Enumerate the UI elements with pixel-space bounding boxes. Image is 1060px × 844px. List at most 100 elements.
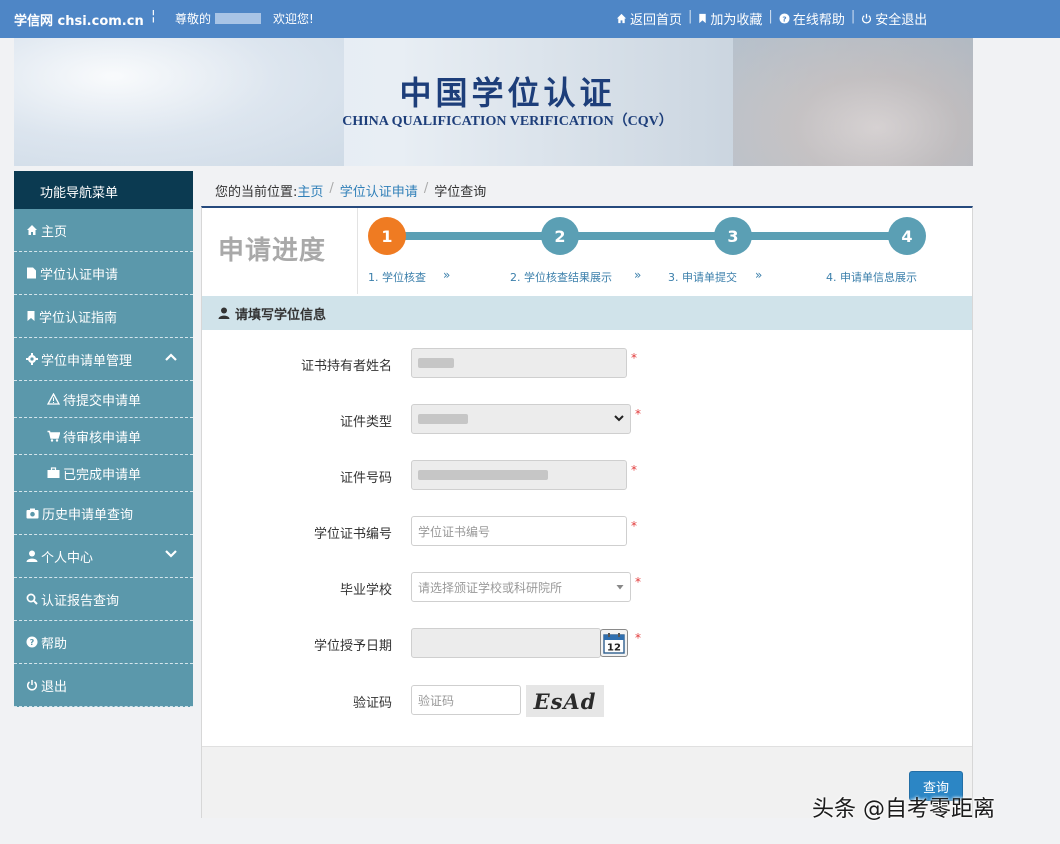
sidebar-item-label: 学位认证申请	[40, 267, 119, 283]
logout-link[interactable]: 安全退出	[857, 9, 931, 28]
sidebar-item-exit[interactable]: 退出	[14, 664, 193, 707]
sidebar-item-history[interactable]: 历史申请单查询	[14, 492, 193, 535]
id-type-select[interactable]	[411, 404, 631, 434]
step-3-label: 3. 申请单提交	[668, 271, 737, 284]
school-placeholder: 请选择颁证学校或科研院所	[418, 580, 563, 595]
greeting-prefix: 尊敬的	[175, 12, 212, 26]
sidebar-item-label: 待审核申请单	[63, 430, 142, 446]
sidebar-item-help[interactable]: ? 帮助	[14, 621, 193, 664]
step-arrow: »	[634, 268, 642, 282]
question-icon: ?	[779, 13, 790, 24]
cert-number-placeholder: 学位证书编号	[418, 524, 491, 539]
captcha-image[interactable]: EsAd	[526, 685, 604, 717]
progress-track	[388, 232, 915, 240]
home-icon	[26, 224, 38, 236]
holder-name-field[interactable]	[411, 348, 627, 378]
breadcrumb-prefix: 您的当前位置:	[215, 185, 298, 200]
username-masked	[215, 13, 262, 24]
form-row-school: 毕业学校 请选择颁证学校或科研院所 *	[202, 572, 972, 604]
link-divider: |	[768, 9, 773, 24]
form-row-cert-number: 学位证书编号 学位证书编号 *	[202, 516, 972, 548]
required-mark: *	[631, 351, 637, 365]
site-banner: 中国学位认证 CHINA QUALIFICATION VERIFICATION（…	[14, 38, 973, 166]
id-number-field[interactable]	[411, 460, 627, 490]
warning-icon	[47, 393, 60, 405]
calendar-icon[interactable]: 12	[600, 629, 628, 657]
calendar-day: 12	[607, 643, 621, 654]
brand-separator: ¦	[151, 8, 156, 24]
sidebar-item-home[interactable]: 主页	[14, 209, 193, 252]
chevron-up-icon	[165, 351, 177, 366]
greeting: 尊敬的 欢迎您!	[175, 10, 314, 27]
banner-title: 中国学位认证	[399, 74, 616, 112]
power-icon	[861, 13, 872, 24]
add-favorite-link[interactable]: 加为收藏	[694, 9, 766, 28]
required-mark: *	[635, 631, 641, 645]
step-4-marker: 4	[888, 217, 926, 255]
sidebar-heading: 功能导航菜单	[14, 171, 193, 209]
sidebar-subitem-completed[interactable]: 已完成申请单	[14, 455, 193, 492]
step-1-label: 1. 学位核查	[368, 271, 426, 284]
sidebar-item-label: 学位认证指南	[39, 310, 118, 326]
sidebar-nav: 功能导航菜单 主页 学位认证申请 学位认证指南 学位申请单管理 待提交申请单 待…	[14, 171, 193, 707]
power-icon	[26, 679, 38, 691]
step-3-marker: 3	[714, 217, 752, 255]
top-bar: 学信网 chsi.com.cn ¦ 尊敬的 欢迎您! 返回首页 | 加为收藏 |…	[0, 0, 1060, 38]
back-home-link[interactable]: 返回首页	[612, 9, 686, 28]
form-section-header: 请填写学位信息	[202, 296, 972, 330]
bookmark-icon	[698, 13, 707, 24]
sidebar-item-apply[interactable]: 学位认证申请	[14, 252, 193, 295]
briefcase-icon	[47, 467, 60, 479]
sidebar-subitem-pending-review[interactable]: 待审核申请单	[14, 418, 193, 455]
breadcrumb: 您的当前位置: 主页 / 学位认证申请 / 学位查询	[215, 181, 486, 200]
step-2-label: 2. 学位核查结果展示	[510, 271, 612, 284]
breadcrumb-home-link[interactable]: 主页	[297, 181, 323, 200]
masked-value	[418, 414, 468, 424]
sidebar-item-personal[interactable]: 个人中心	[14, 535, 193, 578]
site-brand-link[interactable]: 学信网 chsi.com.cn	[14, 10, 144, 29]
sidebar-item-label: 退出	[41, 679, 68, 695]
user-icon	[218, 307, 230, 319]
sidebar-item-guide[interactable]: 学位认证指南	[14, 295, 193, 338]
required-mark: *	[631, 463, 637, 477]
chevron-down-icon	[614, 412, 624, 426]
breadcrumb-apply-link[interactable]: 学位认证申请	[340, 181, 418, 200]
captcha-input[interactable]: 验证码	[411, 685, 521, 715]
award-date-field[interactable]	[411, 628, 601, 658]
form-row-holder-name: 证书持有者姓名 *	[202, 348, 972, 380]
sidebar-item-label: 已完成申请单	[63, 467, 142, 483]
cert-number-input[interactable]: 学位证书编号	[411, 516, 627, 546]
masked-value	[418, 358, 454, 368]
user-icon	[26, 550, 38, 562]
required-mark: *	[635, 407, 641, 421]
home-icon	[616, 13, 627, 24]
step-1-marker: 1	[368, 217, 406, 255]
svg-text:?: ?	[30, 638, 35, 647]
caret-down-icon	[616, 580, 624, 594]
sidebar-item-report[interactable]: 认证报告查询	[14, 578, 193, 621]
required-mark: *	[631, 519, 637, 533]
captcha-label: 验证码	[352, 696, 392, 711]
link-divider: |	[850, 9, 856, 24]
add-favorite-label: 加为收藏	[710, 13, 763, 28]
online-help-link[interactable]: ? 在线帮助	[775, 9, 849, 28]
cart-icon	[47, 430, 60, 442]
sidebar-item-label: 待提交申请单	[63, 393, 142, 409]
sidebar-subitem-pending-submit[interactable]: 待提交申请单	[14, 381, 193, 418]
id-number-label: 证件号码	[339, 471, 392, 486]
gear-icon	[26, 353, 38, 365]
required-mark: *	[635, 575, 641, 589]
form-row-captcha: 验证码 验证码 EsAd	[202, 685, 972, 717]
search-icon	[26, 593, 38, 605]
question-icon: ?	[26, 636, 38, 648]
school-select[interactable]: 请选择颁证学校或科研院所	[411, 572, 631, 602]
cert-number-label: 学位证书编号	[313, 527, 392, 542]
masked-value	[418, 470, 548, 480]
online-help-label: 在线帮助	[792, 13, 845, 28]
school-label: 毕业学校	[339, 583, 392, 598]
sidebar-item-label: 主页	[41, 224, 68, 240]
sidebar-item-manage[interactable]: 学位申请单管理	[14, 338, 193, 381]
captcha-placeholder: 验证码	[418, 693, 455, 708]
chevron-down-icon	[165, 548, 177, 563]
bookmark-icon	[26, 310, 36, 322]
